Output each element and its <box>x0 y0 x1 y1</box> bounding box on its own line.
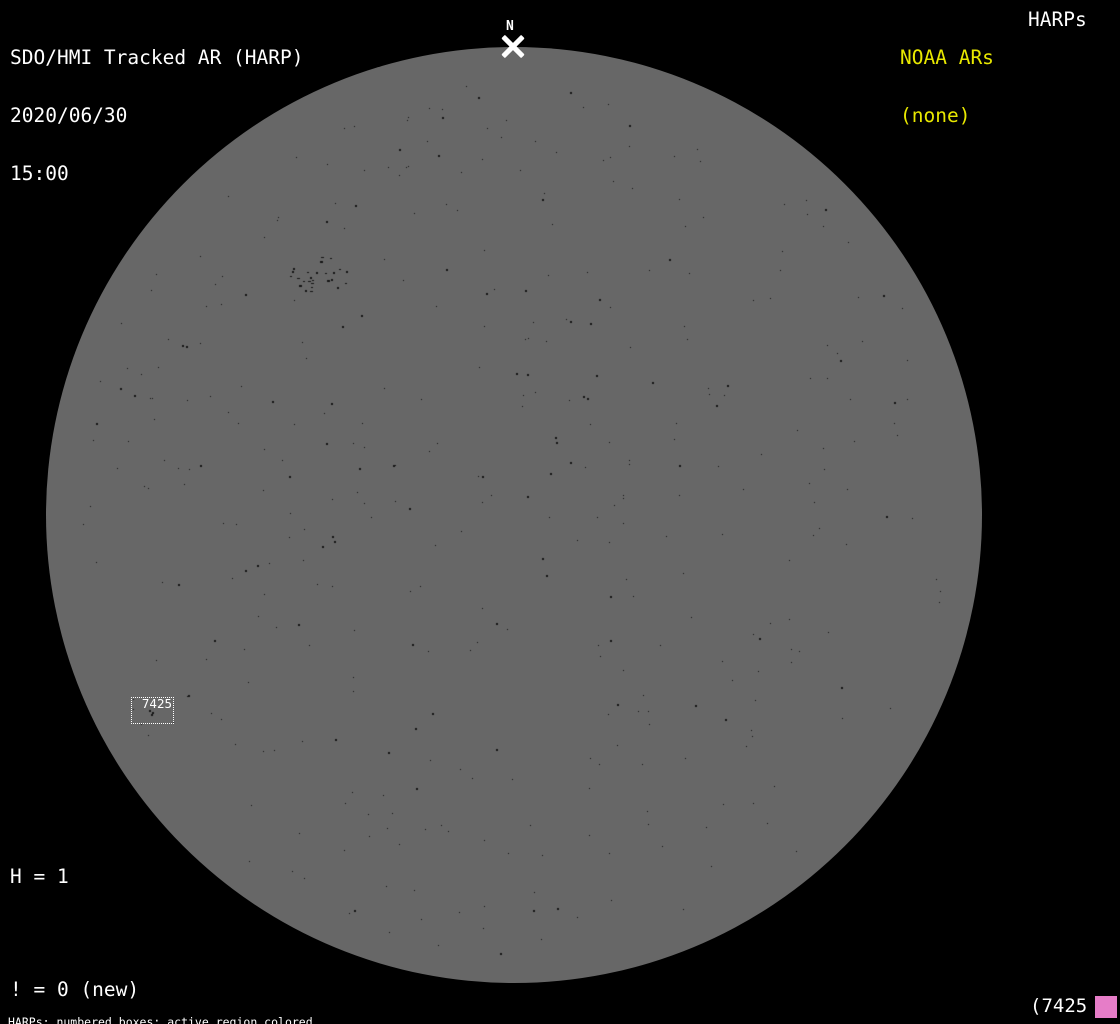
noaa-ars-header: NOAA ARs <box>900 46 994 70</box>
noaa-ars-value: (none) <box>900 104 971 128</box>
noaa-ars-block: NOAA ARs (none) <box>900 10 994 164</box>
harp-box-7425: 7425 <box>131 697 174 724</box>
title-block: SDO/HMI Tracked AR (HARP) 2020/06/30 15:… <box>10 10 304 221</box>
harp-tracking-view: N 7425 SDO/HMI Tracked AR (HARP) 2020/06… <box>0 0 1120 1024</box>
harp-color-swatch <box>1095 996 1117 1018</box>
harp-box-number: 7425 <box>141 696 172 711</box>
footer-note-harps: HARPs: numbered boxes; active region col… <box>8 1014 313 1024</box>
page-title: SDO/HMI Tracked AR (HARP) <box>10 46 304 70</box>
north-pole-label: N <box>506 19 514 34</box>
observation-date: 2020/06/30 <box>10 104 128 128</box>
observation-time: 15:00 <box>10 161 69 185</box>
footer-notes: HARPs: numbered boxes; active region col… <box>8 991 410 1024</box>
harp-list-entry: (7425 <box>1030 995 1088 1017</box>
legend-harp-count: H = 1 <box>10 865 69 889</box>
harps-header: HARPs <box>1028 8 1087 31</box>
